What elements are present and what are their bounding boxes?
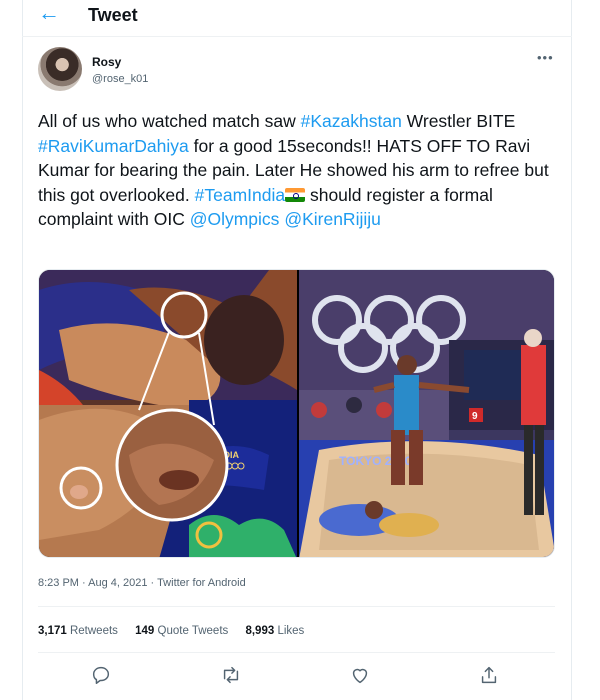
timeline-border-left bbox=[22, 0, 23, 700]
tweet-text-segment: All of us who watched match saw bbox=[38, 111, 301, 131]
quote-tweets-stat[interactable]: 149 Quote Tweets bbox=[135, 625, 228, 637]
tweet-meta: 8:23 PM · Aug 4, 2021 · Twitter for Andr… bbox=[38, 577, 246, 589]
retweet-icon[interactable] bbox=[220, 664, 244, 688]
tweet-date[interactable]: Aug 4, 2021 bbox=[88, 577, 147, 589]
mention-olympics-link[interactable]: @Olympics bbox=[190, 209, 280, 229]
tweet-text-segment: Wrestler BITE bbox=[401, 111, 516, 131]
avatar[interactable] bbox=[38, 47, 82, 91]
author-handle[interactable]: @rose_k01 bbox=[92, 73, 148, 85]
retweets-stat[interactable]: 3,171 Retweets bbox=[38, 625, 118, 637]
hashtag-ravikumardahiya-link[interactable]: #RaviKumarDahiya bbox=[38, 136, 189, 156]
india-flag-icon bbox=[285, 187, 306, 202]
mention-kirenrijiju-link[interactable]: @KirenRijiju bbox=[284, 209, 381, 229]
page-title: Tweet bbox=[88, 5, 138, 25]
tweet-header: ← Tweet bbox=[0, 0, 600, 32]
reply-icon[interactable] bbox=[90, 664, 114, 688]
quote-tweets-count: 149 bbox=[135, 625, 155, 637]
meta-separator: · bbox=[147, 577, 158, 589]
author-name[interactable]: Rosy bbox=[92, 55, 121, 69]
hashtag-kazakhstan-link[interactable]: #Kazakhstan bbox=[301, 111, 402, 131]
tweet-source[interactable]: Twitter for Android bbox=[157, 577, 246, 589]
tweet-text: All of us who watched match saw #Kazakhs… bbox=[38, 109, 560, 232]
tweet-time[interactable]: 8:23 PM bbox=[38, 577, 79, 589]
likes-count: 8,993 bbox=[245, 625, 275, 637]
header-divider bbox=[22, 36, 572, 37]
more-options-icon[interactable]: ••• bbox=[537, 50, 554, 65]
quote-tweets-label: Quote Tweets bbox=[157, 625, 229, 637]
arrow-left-icon[interactable]: ← bbox=[38, 2, 60, 24]
stats-divider-bottom bbox=[38, 652, 555, 653]
hashtag-teamindia-link[interactable]: #TeamIndia bbox=[195, 185, 285, 205]
like-icon[interactable] bbox=[349, 664, 373, 688]
retweets-count: 3,171 bbox=[38, 625, 67, 637]
likes-stat[interactable]: 8,993 Likes bbox=[245, 625, 304, 637]
timeline-border-right bbox=[571, 0, 572, 700]
share-icon[interactable] bbox=[478, 664, 502, 688]
scoreboard-text: 9 bbox=[472, 411, 478, 422]
likes-label: Likes bbox=[277, 625, 305, 637]
retweets-label: Retweets bbox=[69, 625, 118, 637]
stats-divider-top bbox=[38, 606, 555, 607]
olympic-mat-photo[interactable]: 9 TOKYO 2020 bbox=[299, 270, 554, 557]
wrestling-closeup-photo[interactable]: NDIA bbox=[39, 270, 297, 557]
tweet-actions bbox=[38, 664, 555, 690]
tweet-media[interactable]: NDIA 9 TOKYO 2020 bbox=[38, 269, 555, 558]
tweet-stats: 3,171 Retweets 149 Quote Tweets 8,993 Li… bbox=[38, 625, 318, 637]
meta-separator: · bbox=[78, 577, 89, 589]
